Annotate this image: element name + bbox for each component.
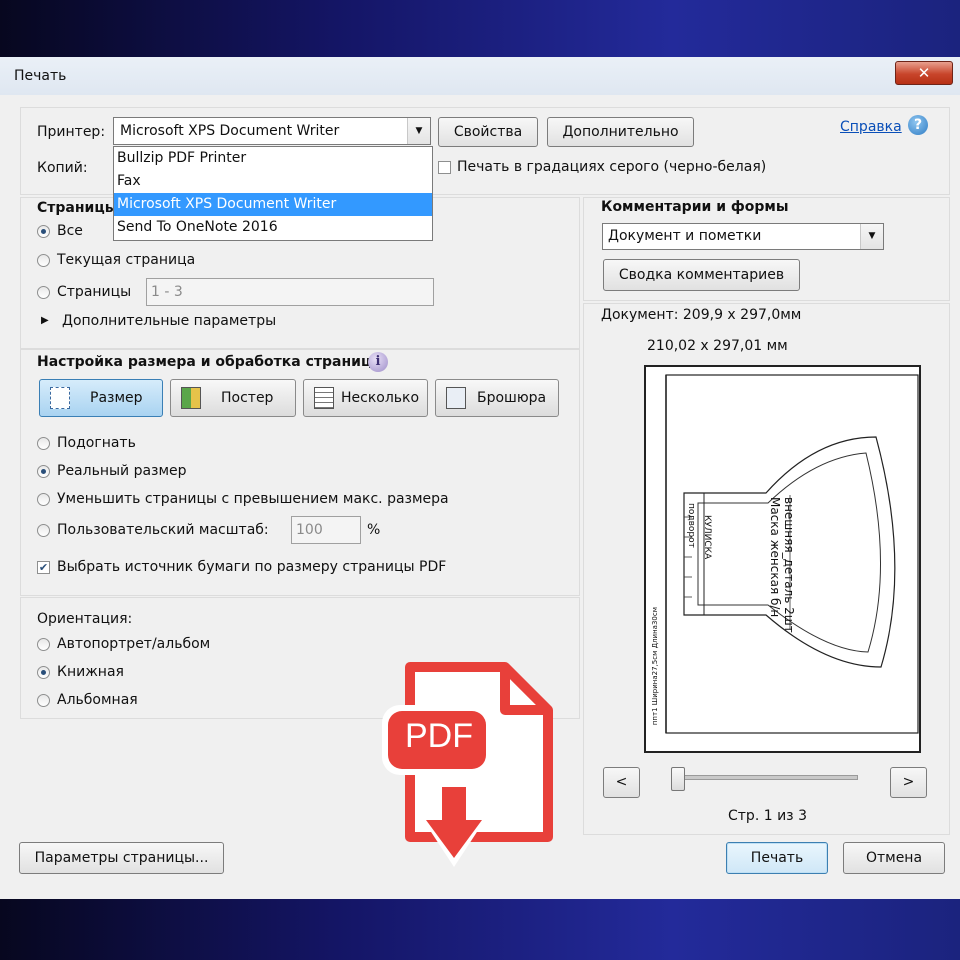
tab-multiple[interactable]: Несколько (303, 379, 428, 417)
orientation-auto-label: Автопортрет/альбом (57, 636, 211, 652)
advanced-button[interactable]: Дополнительно (547, 117, 694, 147)
page-preview: Маска женская б/н внешняя_деталь 2шт КУЛ… (644, 365, 921, 753)
printer-option-selected[interactable]: Microsoft XPS Document Writer (114, 193, 432, 216)
shrink-label: Уменьшить страницы с превышением макс. р… (57, 491, 449, 507)
booklet-icon (446, 387, 466, 409)
help-link[interactable]: Справка (840, 119, 902, 135)
tab-poster-label: Постер (221, 390, 274, 406)
pattern-side-label: ппт1 Ширина27,5см Длина30см (651, 607, 659, 726)
pattern-label-1: Маска женская б/н (768, 497, 782, 618)
orientation-portrait-radio[interactable] (37, 666, 50, 679)
custom-scale-input[interactable]: 100 (291, 516, 361, 544)
tab-poster[interactable]: Постер (170, 379, 296, 417)
pages-all-label: Все (57, 223, 83, 239)
actual-size-radio[interactable] (37, 465, 50, 478)
tab-booklet[interactable]: Брошюра (435, 379, 559, 417)
tab-size[interactable]: Размер (39, 379, 163, 417)
orientation-landscape-label: Альбомная (57, 692, 138, 708)
tab-multiple-label: Несколько (341, 390, 420, 406)
next-page-button[interactable]: > (890, 767, 927, 798)
comments-title: Комментарии и формы (601, 199, 789, 215)
expand-triangle-icon[interactable]: ▶ (41, 315, 49, 326)
prev-page-button[interactable]: < (603, 767, 640, 798)
pages-range-label: Страницы (57, 284, 132, 300)
custom-scale-label: Пользовательский масштаб: (57, 522, 269, 538)
pages-range-input[interactable]: 1 - 3 (146, 278, 434, 306)
pdf-badge-text: PDF (405, 717, 473, 755)
comments-summary-button[interactable]: Сводка комментариев (603, 259, 800, 291)
paper-source-label: Выбрать источник бумаги по размеру стран… (57, 559, 447, 575)
orientation-landscape-radio[interactable] (37, 694, 50, 707)
paper-source-checkbox[interactable]: ✔ (37, 561, 50, 574)
pattern-label-4: подворот (686, 503, 696, 548)
orientation-title: Ориентация: (37, 611, 133, 627)
pages-current-radio[interactable] (37, 254, 50, 267)
pages-range-radio[interactable] (37, 286, 50, 299)
fit-label: Подогнать (57, 435, 136, 451)
custom-scale-radio[interactable] (37, 524, 50, 537)
copies-label: Копий: (37, 160, 88, 176)
printer-select[interactable]: Microsoft XPS Document Writer ▼ (113, 117, 431, 145)
printer-option[interactable]: Bullzip PDF Printer (114, 147, 432, 170)
pattern-label-2: внешняя_деталь 2шт (782, 497, 796, 633)
comments-selected-value: Документ и пометки (608, 228, 762, 244)
pattern-label-3: КУЛИСКА (702, 515, 712, 560)
paper-size: 210,02 x 297,01 мм (647, 338, 788, 354)
chevron-down-icon[interactable]: ▼ (407, 118, 430, 144)
window-title: Печать (14, 68, 67, 84)
grayscale-label: Печать в градациях серого (черно-белая) (457, 159, 767, 175)
printer-selected-value: Microsoft XPS Document Writer (120, 123, 340, 139)
sizing-title: Настройка размера и обработка страниц (37, 354, 372, 370)
info-icon[interactable]: i (368, 352, 388, 372)
page-slider-track[interactable] (676, 775, 858, 780)
cancel-button[interactable]: Отмена (843, 842, 945, 874)
title-bar: Печать ✕ (0, 57, 960, 95)
fit-radio[interactable] (37, 437, 50, 450)
more-options-label[interactable]: Дополнительные параметры (62, 313, 276, 329)
pdf-download-icon: PDF (380, 662, 555, 877)
printer-option[interactable]: Fax (114, 170, 432, 193)
close-button[interactable]: ✕ (895, 61, 953, 85)
printer-dropdown-list: Bullzip PDF Printer Fax Microsoft XPS Do… (113, 146, 433, 241)
actual-size-label: Реальный размер (57, 463, 187, 479)
document-size: Документ: 209,9 x 297,0мм (601, 307, 802, 323)
size-icon (50, 387, 70, 409)
orientation-auto-radio[interactable] (37, 638, 50, 651)
page-slider-thumb[interactable] (671, 767, 685, 791)
pages-title: Страницы (37, 200, 118, 216)
page-setup-button[interactable]: Параметры страницы... (19, 842, 224, 874)
tab-booklet-label: Брошюра (477, 390, 547, 406)
percent-label: % (367, 522, 381, 538)
tab-size-label: Размер (90, 390, 143, 406)
page-indicator: Стр. 1 из 3 (728, 808, 807, 824)
pages-current-label: Текущая страница (57, 252, 196, 268)
chevron-down-icon[interactable]: ▼ (860, 224, 883, 249)
help-icon[interactable]: ? (908, 115, 928, 135)
orientation-portrait-label: Книжная (57, 664, 124, 680)
printer-label: Принтер: (37, 124, 106, 140)
pdf-file-icon (382, 662, 553, 867)
print-button[interactable]: Печать (726, 842, 828, 874)
shrink-radio[interactable] (37, 493, 50, 506)
pages-all-radio[interactable] (37, 225, 50, 238)
properties-button[interactable]: Свойства (438, 117, 538, 147)
grayscale-checkbox[interactable] (438, 161, 451, 174)
poster-icon (181, 387, 201, 409)
multiple-pages-icon (314, 387, 334, 409)
printer-option[interactable]: Send To OneNote 2016 (114, 216, 432, 239)
comments-select[interactable]: Документ и пометки ▼ (602, 223, 884, 250)
